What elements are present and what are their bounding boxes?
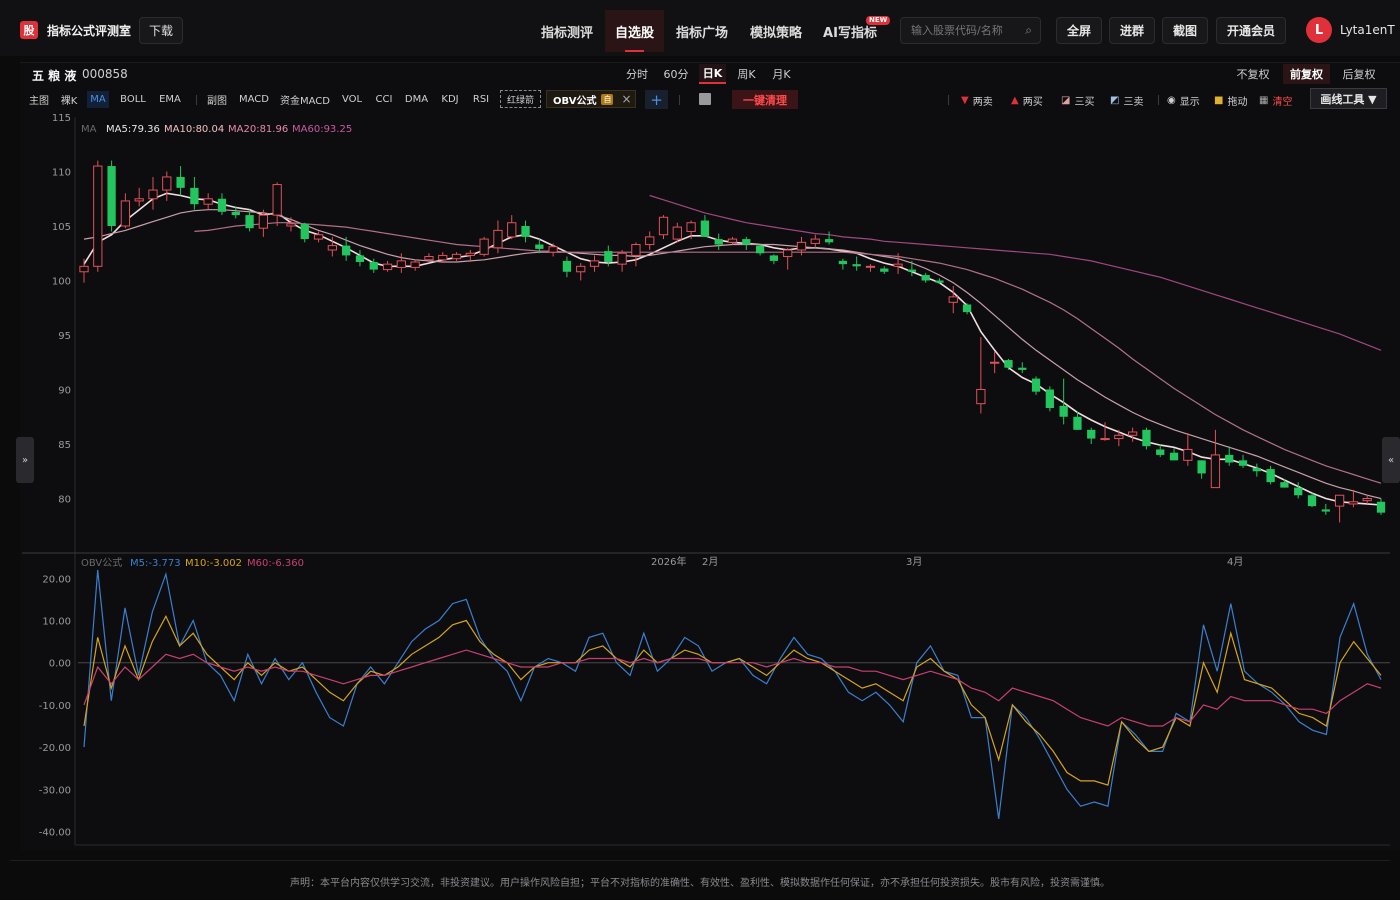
draw-tool-three-sell[interactable]: ◩ 三卖: [1110, 92, 1143, 108]
main-indicator-boll[interactable]: BOLL: [117, 91, 149, 108]
nav-tab-indicator-review[interactable]: 指标测评: [530, 10, 604, 52]
triangle-up-icon: ▲: [1011, 94, 1019, 106]
new-badge: NEW: [866, 16, 891, 25]
draw-tool-label: 清空: [1272, 96, 1293, 108]
chart-line-icon: ◪: [1061, 94, 1071, 106]
main-chart-label: 主图: [29, 96, 49, 107]
save-icon[interactable]: [699, 93, 711, 105]
draw-tool-label: 显示: [1179, 96, 1200, 108]
period-tab-weekly[interactable]: 周K: [733, 64, 760, 84]
self-made-badge: 自: [601, 93, 614, 105]
adjust-tab-forward[interactable]: 前复权: [1283, 64, 1330, 84]
custom-indicator-chip[interactable]: OBV公式 自 ×: [546, 90, 636, 108]
draw-tool-label: 两买: [1022, 96, 1043, 108]
nav-tab-watchlist[interactable]: 自选股: [605, 10, 664, 52]
period-tab-daily[interactable]: 日K: [699, 64, 726, 84]
main-indicator-bare-k[interactable]: 裸K: [57, 91, 81, 108]
sub-indicator-dma[interactable]: DMA: [403, 91, 430, 108]
right-collapse-handle[interactable]: «: [1382, 437, 1400, 483]
main-indicator-ema[interactable]: EMA: [155, 91, 185, 108]
toolbar-divider: [948, 95, 949, 105]
stock-code: 000858: [82, 67, 128, 81]
draw-tool-label: 拖动: [1227, 96, 1248, 108]
draw-tool-label: 三买: [1074, 96, 1095, 108]
draw-tool-label: 两卖: [972, 96, 993, 108]
red-green-arrow-button[interactable]: 红绿箭: [500, 90, 541, 108]
nav-tab-indicator-square[interactable]: 指标广场: [668, 10, 736, 52]
draw-tool-label: 三卖: [1123, 96, 1144, 108]
sub-indicator-fund-macd[interactable]: 资金MACD: [279, 91, 331, 108]
nav-tab-simulated-strategy[interactable]: 模拟策略: [743, 10, 809, 52]
sub-indicator-macd[interactable]: MACD: [237, 91, 271, 108]
app-logo-icon: 股: [20, 21, 38, 39]
draw-tool-two-buy[interactable]: ▲ 两买: [1011, 92, 1043, 108]
draw-tool-drag[interactable]: ■ 拖动: [1214, 92, 1247, 108]
sub-chart-label: 副图: [207, 96, 227, 107]
period-tab-monthly[interactable]: 月K: [768, 64, 795, 84]
join-group-button[interactable]: 进群: [1109, 17, 1155, 44]
avatar[interactable]: L: [1306, 17, 1332, 43]
period-tab-60min[interactable]: 60分: [660, 64, 692, 84]
draw-tool-show[interactable]: ◉ 显示: [1167, 92, 1200, 108]
eye-icon: ◉: [1167, 94, 1176, 106]
triangle-down-icon: ▼: [961, 94, 969, 106]
username[interactable]: Lyta1enT: [1340, 23, 1395, 37]
stock-name: 五 粮 液: [32, 69, 77, 83]
toolbar-divider: [679, 95, 680, 105]
period-tab-intraday[interactable]: 分时: [622, 64, 652, 84]
disclaimer-text: 声明：本平台内容仅供学习交流，非投资建议。用户操作风险自担；平台不对指标的准确性…: [290, 878, 1110, 889]
add-indicator-button[interactable]: +: [645, 90, 668, 109]
chart-panel: [20, 62, 1400, 850]
stock-search-input[interactable]: [901, 18, 1019, 43]
main-indicator-ma[interactable]: MA: [87, 91, 109, 108]
open-vip-button[interactable]: 开通会员: [1216, 17, 1286, 44]
sub-indicator-kdj[interactable]: KDJ: [438, 91, 462, 108]
lock-icon: ■: [1214, 94, 1224, 106]
draw-tool-clear[interactable]: ▦ 清空: [1259, 92, 1292, 108]
close-icon[interactable]: ×: [621, 92, 631, 106]
sub-indicator-rsi[interactable]: RSI: [470, 91, 492, 108]
toolbar-divider: [196, 95, 197, 105]
app-title: 指标公式评测室: [47, 24, 132, 38]
sub-indicator-cci[interactable]: CCI: [373, 91, 395, 108]
draw-tool-three-buy[interactable]: ◪ 三买: [1061, 92, 1094, 108]
sub-indicator-vol[interactable]: VOL: [340, 91, 364, 108]
top-navigation-bar: 股 指标公式评测室 下载 指标测评 自选股 指标广场 模拟策略 AI写指标 NE…: [0, 0, 1400, 56]
search-icon[interactable]: ⌕: [1025, 23, 1032, 38]
stock-search-box[interactable]: ⌕: [900, 17, 1041, 44]
drawing-tools-dropdown[interactable]: 画线工具 ▼: [1310, 88, 1387, 109]
custom-indicator-label: OBV公式: [553, 95, 597, 107]
adjust-tab-none[interactable]: 不复权: [1232, 64, 1274, 84]
toolbar-divider: [1158, 95, 1159, 105]
trash-icon: ▦: [1259, 94, 1269, 106]
chart-line-icon: ◩: [1110, 94, 1120, 106]
screenshot-button[interactable]: 截图: [1162, 17, 1208, 44]
one-click-clear-button[interactable]: 一键清理: [732, 90, 798, 109]
draw-tool-two-sell[interactable]: ▼ 两卖: [961, 92, 993, 108]
adjust-tab-backward[interactable]: 后复权: [1338, 64, 1380, 84]
fullscreen-button[interactable]: 全屏: [1056, 17, 1102, 44]
download-button[interactable]: 下载: [139, 17, 183, 44]
left-collapse-handle[interactable]: »: [16, 437, 34, 483]
footer-divider: [10, 860, 1390, 861]
